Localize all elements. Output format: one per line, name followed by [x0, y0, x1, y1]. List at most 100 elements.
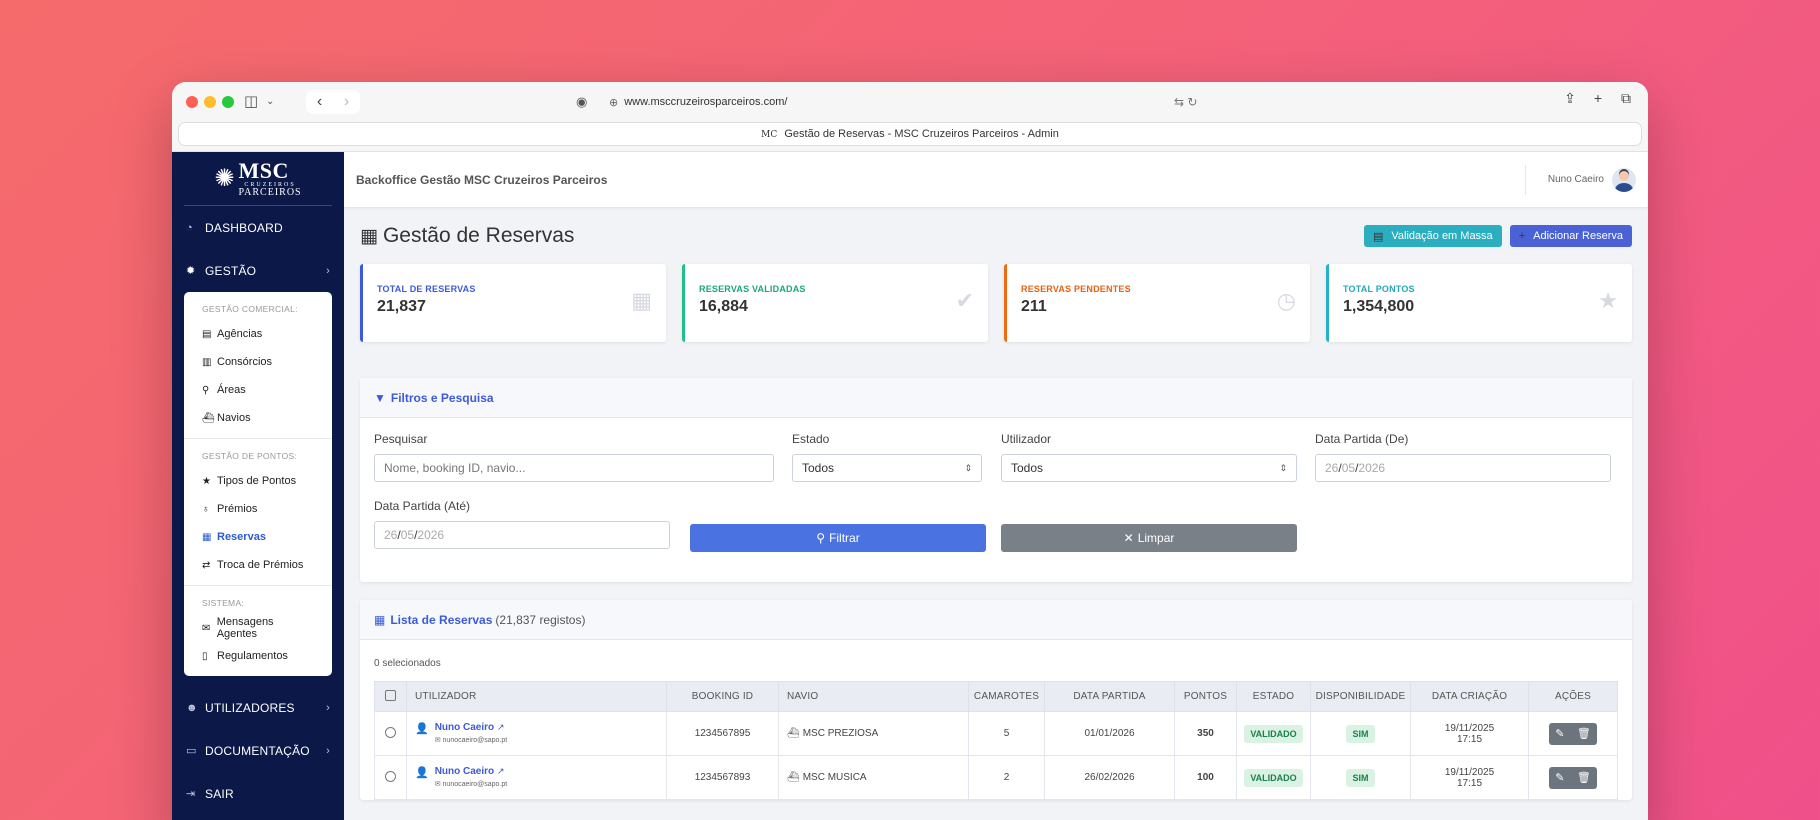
address-bar[interactable]: ⊕ www.msccruzeirosparceiros.com/: [609, 90, 1209, 114]
booking-id: 1234567895: [666, 711, 779, 756]
submenu-item-areas[interactable]: ⚲ Áreas: [184, 376, 332, 404]
stat-card-total: TOTAL DE RESERVAS 21,837 ▦: [360, 264, 666, 342]
gear-icon: ✹: [186, 265, 196, 277]
maximize-window-button[interactable]: [222, 96, 234, 108]
date-day: 26: [1325, 461, 1339, 475]
external-link-icon[interactable]: ↗: [497, 722, 505, 732]
data-de-input[interactable]: 26/05/2026: [1315, 454, 1611, 482]
users-icon: ☻: [186, 701, 198, 714]
data-ate-group: Data Partida (Até) 26/05/2026: [374, 499, 670, 549]
close-window-button[interactable]: [186, 96, 198, 108]
topbar-title: Backoffice Gestão MSC Cruzeiros Parceiro…: [356, 172, 608, 187]
submenu-item-navios[interactable]: ⛴ Navios: [184, 404, 332, 432]
status-badge: VALIDADO: [1244, 768, 1303, 787]
submenu-label: Áreas: [217, 384, 246, 396]
sidebar-item-sair[interactable]: ⇥ SAIR: [172, 772, 344, 815]
sidebar-item-gestao[interactable]: ✹ GESTÃO ›: [172, 249, 344, 292]
sidebar-item-documentacao[interactable]: ▭ DOCUMENTAÇÃO ›: [172, 729, 344, 772]
points: 100: [1174, 755, 1237, 800]
select-value: Todos: [1011, 461, 1044, 475]
stat-card-validated: RESERVAS VALIDADAS 16,884 ✔: [682, 264, 988, 342]
tabs-overview-icon[interactable]: ⧉: [1618, 90, 1634, 107]
plus-icon: +: [1518, 230, 1526, 242]
forward-icon[interactable]: ›: [344, 93, 349, 111]
filters-title: Filtros e Pesquisa: [390, 390, 494, 405]
submenu-item-tipos-pontos[interactable]: ★ Tipos de Pontos: [184, 467, 332, 495]
data-ate-input[interactable]: 26/05/2026: [374, 521, 670, 549]
button-label: Filtrar: [829, 531, 860, 545]
add-reservation-button[interactable]: + Adicionar Reserva: [1509, 225, 1632, 247]
submenu-item-troca-premios[interactable]: ⇄ Troca de Prémios: [184, 551, 332, 579]
table-header-row: UTILIZADOR BOOKING ID NAVIO CAMAROTES DA…: [374, 681, 1618, 712]
column-header[interactable]: DATA PARTIDA: [1044, 681, 1175, 712]
utilizador-select[interactable]: Todos ⇕: [1001, 454, 1297, 482]
external-link-icon[interactable]: ↗: [497, 766, 505, 776]
table-row[interactable]: 👤 Nuno Caeiro ↗ ✉ nunocaeiro@sapo.pt 123…: [374, 755, 1618, 800]
row-checkbox[interactable]: [385, 726, 396, 738]
building-icon: ▥: [202, 356, 212, 368]
user-link[interactable]: Nuno Caeiro: [435, 766, 494, 777]
submenu-item-consorcios[interactable]: ▥ Consórcios: [184, 348, 332, 376]
row-checkbox[interactable]: [385, 770, 396, 782]
stat-label: TOTAL PONTOS: [1343, 284, 1415, 294]
chevron-down-icon[interactable]: ⌄: [266, 90, 274, 114]
select-arrows-icon: ⇕: [964, 462, 972, 473]
user-link[interactable]: Nuno Caeiro: [435, 722, 494, 733]
submenu-item-regulamentos[interactable]: ▯ Regulamentos: [184, 642, 332, 670]
chevron-right-icon: ›: [326, 264, 330, 277]
reload-icon[interactable]: ⇆ ↻: [1174, 90, 1197, 114]
select-all-checkbox[interactable]: [385, 689, 396, 701]
edit-icon[interactable]: ✎: [1555, 771, 1564, 784]
submenu-item-mensagens[interactable]: ✉ Mensagens Agentes: [184, 614, 332, 642]
submenu-item-premios[interactable]: ♁ Prémios: [184, 495, 332, 523]
column-header[interactable]: UTILIZADOR: [406, 681, 667, 712]
column-header[interactable]: DATA CRIAÇÃO: [1410, 681, 1529, 712]
calendar-check-icon: ▦: [631, 288, 652, 313]
submenu-label: Consórcios: [217, 356, 273, 368]
table-row[interactable]: 👤 Nuno Caeiro ↗ ✉ nunocaeiro@sapo.pt 123…: [374, 711, 1618, 756]
user-email: nunocaeiro@sapo.pt: [442, 737, 508, 744]
share-icon[interactable]: ⇪: [1562, 90, 1578, 107]
edit-icon[interactable]: ✎: [1555, 727, 1564, 740]
calendar-check-icon: ▦: [360, 225, 378, 247]
search-input[interactable]: Nome, booking ID, navio...: [374, 454, 774, 482]
actions-cell: ✎ 🗑: [1528, 711, 1618, 756]
clear-button[interactable]: ✕ Limpar: [1001, 524, 1297, 552]
tab-title-bar[interactable]: MC Gestão de Reservas - MSC Cruzeiros Pa…: [178, 122, 1642, 146]
column-header[interactable]: BOOKING ID: [666, 681, 779, 712]
submenu-label: Troca de Prémios: [217, 559, 304, 571]
estado-select[interactable]: Todos ⇕: [792, 454, 982, 482]
trash-icon[interactable]: 🗑: [1577, 771, 1591, 784]
browser-chrome: ◫ ⌄ ‹ › ◉ ⊕ www.msccruzeirosparceiros.co…: [172, 82, 1648, 152]
new-tab-icon[interactable]: +: [1590, 90, 1606, 107]
availability-cell: SIM: [1310, 755, 1411, 800]
sidebar-item-utilizadores[interactable]: ☻ UTILIZADORES ›: [172, 686, 344, 729]
user-menu[interactable]: Nuno Caeiro: [1524, 164, 1636, 195]
user-icon: 👤: [415, 723, 429, 735]
sidebar-item-label: GESTÃO: [205, 263, 257, 278]
created-cell: 19/11/2025 17:15: [1410, 711, 1529, 756]
column-header[interactable]: DISPONIBILIDADE: [1310, 681, 1411, 712]
back-icon[interactable]: ‹: [317, 93, 322, 111]
booking-id: 1234567893: [666, 755, 779, 800]
privacy-icon[interactable]: ◉: [576, 90, 587, 114]
sidebar-toggle-icon[interactable]: ◫: [244, 90, 258, 114]
msc-logo[interactable]: ✺ MSC CRUZEIROS PARCEIROS: [184, 152, 332, 206]
star-icon: ★: [1598, 288, 1618, 313]
minimize-window-button[interactable]: [204, 96, 216, 108]
column-header[interactable]: CAMAROTES: [968, 681, 1045, 712]
submenu-item-agencias[interactable]: ▤ Agências: [184, 320, 332, 348]
map-marker-icon: ⚲: [202, 384, 210, 396]
button-label: Limpar: [1137, 531, 1175, 545]
submenu-item-reservas[interactable]: ▦ Reservas: [184, 523, 332, 551]
trash-icon[interactable]: 🗑: [1577, 727, 1591, 740]
column-header: AÇÕES: [1528, 681, 1618, 712]
filter-button[interactable]: ⚲ Filtrar: [690, 524, 986, 552]
stat-value: 21,837: [377, 298, 426, 315]
sidebar-item-label: UTILIZADORES: [205, 700, 295, 715]
sidebar-item-dashboard[interactable]: ◔ DASHBOARD: [172, 206, 344, 249]
column-header[interactable]: PONTOS: [1174, 681, 1237, 712]
column-header[interactable]: ESTADO: [1236, 681, 1311, 712]
mass-validation-button[interactable]: ▤ Validação em Massa: [1363, 225, 1502, 247]
column-header[interactable]: NAVIO: [778, 681, 969, 712]
